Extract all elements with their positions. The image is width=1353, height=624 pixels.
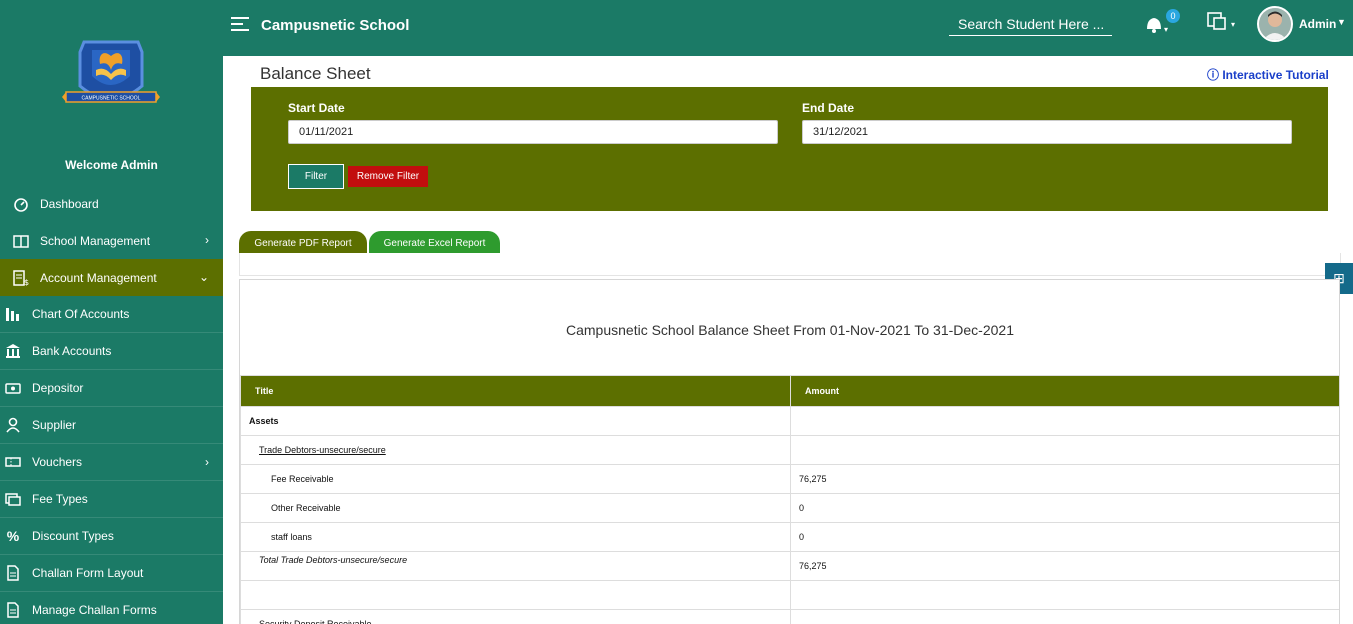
sidebar-item-label: School Management	[40, 233, 151, 248]
sidebar-item-label: Dashboard	[40, 196, 99, 211]
page-title: Balance Sheet	[260, 64, 371, 83]
column-header-title: Title	[240, 375, 791, 407]
start-date-label: Start Date	[288, 101, 345, 115]
sidebar-item-manage-challan-forms[interactable]: Manage Challan Forms	[0, 592, 223, 624]
money-icon	[4, 379, 22, 397]
invoice-dollar-icon: $	[12, 269, 30, 287]
chart-bar-icon	[4, 305, 22, 323]
table-row: Fee Receivable 76,275	[240, 464, 1339, 494]
avatar[interactable]	[1257, 6, 1293, 42]
chevron-right-icon: ›	[205, 233, 209, 247]
book-icon	[12, 232, 30, 250]
group-link[interactable]: Trade Debtors-unsecure/secure	[259, 445, 386, 455]
bank-icon	[4, 342, 22, 360]
sidebar-item-label: Discount Types	[32, 529, 114, 543]
sidebar-item-supplier[interactable]: Supplier	[0, 407, 223, 444]
table-row: Other Receivable 0	[240, 493, 1339, 523]
tab-content-strip	[239, 253, 1341, 276]
row-amount	[790, 435, 1339, 465]
chevron-right-icon: ›	[205, 455, 209, 469]
row-title: Fee Receivable	[240, 464, 791, 494]
user-name[interactable]: Admin	[1299, 17, 1336, 31]
fee-icon	[4, 490, 22, 508]
language-icon[interactable]: ▾	[1205, 10, 1239, 34]
filter-button[interactable]: Filter	[288, 164, 344, 189]
filter-panel: Start Date End Date Filter Remove Filter	[251, 87, 1328, 211]
dashboard-icon	[12, 195, 30, 213]
svg-text:CAMPUSNETIC SCHOOL: CAMPUSNETIC SCHOOL	[82, 96, 141, 102]
table-row: Assets	[240, 406, 1339, 436]
table-row: Security Deposit Receivable	[240, 609, 1339, 624]
sidebar-nav: Dashboard School Management › $ Account …	[0, 185, 223, 624]
sidebar-item-label: Challan Form Layout	[32, 566, 144, 580]
welcome-text: Welcome Admin	[65, 158, 158, 172]
column-header-amount: Amount	[790, 375, 1339, 407]
sidebar-item-label: Fee Types	[32, 492, 88, 506]
start-date-field[interactable]	[288, 120, 778, 144]
table-row	[240, 580, 1339, 610]
topbar: Campusnetic School ▾ 0 ▾ Admin ▼	[223, 0, 1353, 56]
row-amount: 76,275	[790, 551, 1339, 581]
svg-text:$: $	[24, 278, 29, 286]
svg-text:▾: ▾	[1231, 20, 1235, 29]
row-amount: 0	[790, 493, 1339, 523]
balance-sheet-report: Campusnetic School Balance Sheet From 01…	[239, 279, 1340, 624]
sidebar-item-chart-of-accounts[interactable]: Chart Of Accounts	[0, 296, 223, 333]
sidebar-item-label: Supplier	[32, 418, 77, 432]
sidebar-item-label: Bank Accounts	[32, 344, 112, 358]
sidebar-item-account-management[interactable]: $ Account Management ⌄	[0, 259, 223, 296]
sidebar-item-label: Account Management	[40, 270, 157, 285]
table-row: Total Trade Debtors-unsecure/secure 76,2…	[240, 551, 1339, 581]
percent-icon: %	[6, 528, 20, 544]
school-logo[interactable]: CAMPUSNETIC SCHOOL	[62, 36, 160, 114]
remove-filter-button[interactable]: Remove Filter	[348, 166, 428, 187]
notification-badge: 0	[1166, 9, 1180, 23]
end-date-field[interactable]	[802, 120, 1292, 144]
row-title: Assets	[240, 406, 791, 436]
sidebar: CAMPUSNETIC SCHOOL Welcome Admin Dashboa…	[0, 0, 223, 624]
sidebar-item-vouchers[interactable]: Vouchers ›	[0, 444, 223, 481]
row-title: Security Deposit Receivable	[240, 609, 791, 624]
row-amount: 0	[790, 522, 1339, 552]
document-icon	[4, 601, 22, 619]
table-row: Trade Debtors-unsecure/secure	[240, 435, 1339, 465]
table-header-row: Title Amount	[240, 375, 1339, 407]
caret-down-icon[interactable]: ▼	[1337, 17, 1346, 27]
report-heading: Campusnetic School Balance Sheet From 01…	[566, 322, 1014, 338]
row-title: staff loans	[240, 522, 791, 552]
end-date-label: End Date	[802, 101, 855, 115]
user-icon	[4, 416, 22, 434]
menu-toggle-icon[interactable]	[231, 17, 249, 31]
row-title	[240, 580, 791, 610]
chevron-down-icon: ⌄	[198, 270, 209, 284]
sidebar-item-challan-form-layout[interactable]: Challan Form Layout	[0, 555, 223, 592]
document-icon	[4, 564, 22, 582]
row-amount: 76,275	[790, 464, 1339, 494]
interactive-tutorial-link[interactable]: ⓘ Interactive Tutorial	[1207, 66, 1329, 83]
sidebar-item-fee-types[interactable]: Fee Types	[0, 481, 223, 518]
table-row: staff loans 0	[240, 522, 1339, 552]
search-input[interactable]	[949, 12, 1112, 36]
ticket-icon	[4, 453, 22, 471]
row-title: Other Receivable	[240, 493, 791, 523]
sidebar-item-label: Vouchers	[32, 455, 83, 469]
row-title: Total Trade Debtors-unsecure/secure	[240, 551, 791, 581]
row-amount	[790, 580, 1339, 610]
sidebar-item-discount-types[interactable]: % Discount Types	[0, 518, 223, 555]
sidebar-item-school-management[interactable]: School Management ›	[0, 222, 223, 259]
row-amount	[790, 406, 1339, 436]
svg-text:▾: ▾	[1164, 25, 1168, 34]
balance-sheet-table: Title Amount Assets Trade Debtors-unsecu…	[240, 375, 1339, 624]
sidebar-item-label: Depositor	[32, 381, 84, 395]
sidebar-item-depositor[interactable]: Depositor	[0, 370, 223, 407]
sidebar-item-dashboard[interactable]: Dashboard	[0, 185, 223, 222]
sidebar-item-bank-accounts[interactable]: Bank Accounts	[0, 333, 223, 370]
row-amount	[790, 609, 1339, 624]
app-brand: Campusnetic School	[261, 17, 410, 34]
sidebar-item-label: Manage Challan Forms	[32, 603, 157, 617]
sidebar-item-label: Chart Of Accounts	[32, 307, 130, 321]
